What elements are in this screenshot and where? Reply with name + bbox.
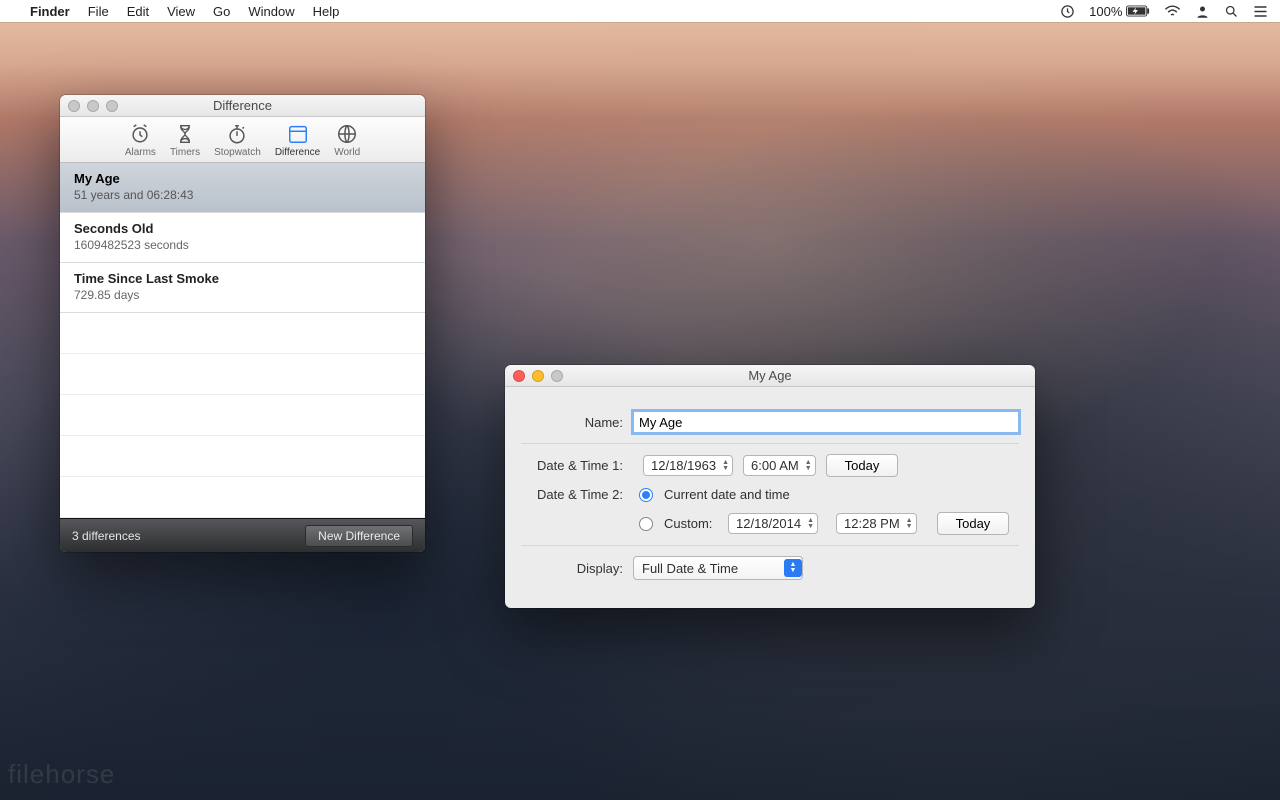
radio-current[interactable]: [639, 488, 653, 502]
difference-window: Difference Alarms Timers Stopwatch Diffe…: [60, 95, 425, 552]
menu-file[interactable]: File: [88, 4, 109, 19]
stepper-arrows-icon[interactable]: ▲▼: [807, 518, 814, 530]
wifi-icon[interactable]: [1164, 5, 1181, 18]
datetime1-time-stepper[interactable]: 6:00 AM ▲▼: [743, 455, 816, 476]
globe-icon: [335, 123, 359, 145]
detail-window: My Age Name: Date & Time 1: 12/18/1963 ▲…: [505, 365, 1035, 608]
list-item[interactable]: Seconds Old 1609482523 seconds: [60, 213, 425, 263]
list-item[interactable]: Time Since Last Smoke 729.85 days: [60, 263, 425, 313]
display-select[interactable]: Full Date & Time ▲▼: [633, 556, 803, 580]
datetime1-label: Date & Time 1:: [521, 458, 633, 473]
menu-help[interactable]: Help: [313, 4, 340, 19]
difference-list: My Age 51 years and 06:28:43 Seconds Old…: [60, 163, 425, 518]
window-title: Difference: [213, 98, 272, 113]
datetime2-date-stepper[interactable]: 12/18/2014 ▲▼: [728, 513, 818, 534]
today-button-2[interactable]: Today: [937, 512, 1010, 535]
display-label: Display:: [521, 561, 633, 576]
name-label: Name:: [521, 415, 633, 430]
stepper-arrows-icon[interactable]: ▲▼: [805, 460, 812, 472]
datetime2-label: Date & Time 2:: [521, 487, 633, 502]
stopwatch-icon: [225, 123, 249, 145]
minimize-button[interactable]: [532, 370, 544, 382]
window-title: My Age: [748, 368, 791, 383]
menu-go[interactable]: Go: [213, 4, 230, 19]
tab-timers[interactable]: Timers: [170, 123, 200, 158]
minimize-button[interactable]: [87, 100, 99, 112]
menu-edit[interactable]: Edit: [127, 4, 149, 19]
app-menu[interactable]: Finder: [30, 4, 70, 19]
user-icon[interactable]: [1195, 4, 1210, 19]
menu-view[interactable]: View: [167, 4, 195, 19]
radio-custom[interactable]: [639, 517, 653, 531]
new-difference-button[interactable]: New Difference: [305, 525, 413, 547]
radio-custom-label[interactable]: Custom:: [664, 516, 722, 531]
name-field[interactable]: [633, 411, 1019, 433]
alarm-icon: [128, 123, 152, 145]
tab-difference[interactable]: Difference: [275, 123, 320, 158]
battery-status[interactable]: 100%: [1089, 4, 1150, 19]
stepper-arrows-icon[interactable]: ▲▼: [722, 460, 729, 472]
status-text: 3 differences: [72, 529, 141, 543]
close-button[interactable]: [513, 370, 525, 382]
calendar-icon: [286, 123, 310, 145]
tab-world[interactable]: World: [334, 123, 360, 158]
close-button[interactable]: [68, 100, 80, 112]
radio-current-label[interactable]: Current date and time: [664, 487, 790, 502]
notification-center-icon[interactable]: [1253, 5, 1268, 18]
tab-stopwatch[interactable]: Stopwatch: [214, 123, 261, 158]
statusbar: 3 differences New Difference: [60, 518, 425, 552]
clock-icon[interactable]: [1060, 4, 1075, 19]
tab-alarms[interactable]: Alarms: [125, 123, 156, 158]
titlebar[interactable]: Difference: [60, 95, 425, 117]
toolbar: Alarms Timers Stopwatch Difference World: [60, 117, 425, 163]
hourglass-icon: [173, 123, 197, 145]
stepper-arrows-icon[interactable]: ▲▼: [906, 518, 913, 530]
spotlight-icon[interactable]: [1224, 4, 1239, 19]
watermark: filehorse: [8, 759, 115, 790]
datetime2-time-stepper[interactable]: 12:28 PM ▲▼: [836, 513, 917, 534]
zoom-button[interactable]: [551, 370, 563, 382]
zoom-button[interactable]: [106, 100, 118, 112]
menu-window[interactable]: Window: [248, 4, 294, 19]
datetime1-date-stepper[interactable]: 12/18/1963 ▲▼: [643, 455, 733, 476]
chevron-updown-icon: ▲▼: [784, 559, 802, 577]
list-item[interactable]: My Age 51 years and 06:28:43: [60, 163, 425, 213]
menubar: Finder File Edit View Go Window Help 100…: [0, 0, 1280, 22]
today-button-1[interactable]: Today: [826, 454, 899, 477]
titlebar[interactable]: My Age: [505, 365, 1035, 387]
